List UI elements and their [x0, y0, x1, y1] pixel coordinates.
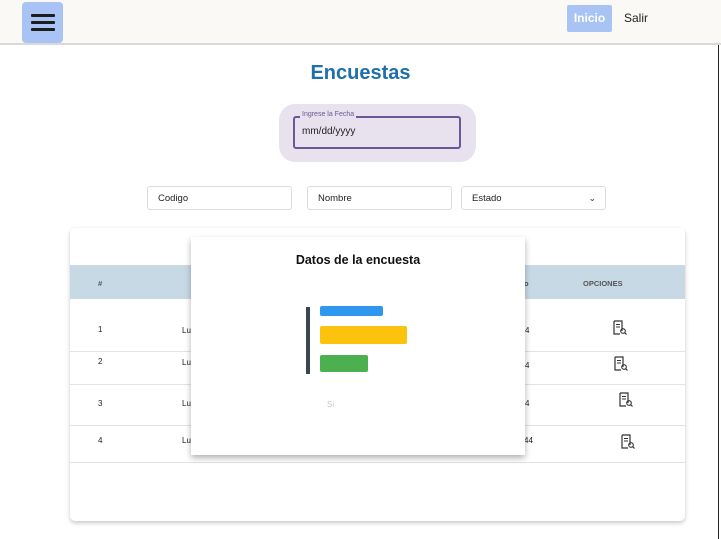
chart-label: Si	[327, 400, 335, 409]
page-title: Encuestas	[310, 62, 411, 84]
document-search-icon[interactable]	[619, 392, 633, 408]
chart-bar	[320, 306, 383, 316]
header-number: #	[98, 279, 103, 288]
row-number: 2	[98, 357, 103, 366]
window-edge	[718, 45, 719, 539]
modal-title: Datos de la encuesta	[295, 253, 421, 267]
hamburger-menu-icon[interactable]	[22, 2, 63, 43]
estado-select[interactable]: Estado ⌄	[461, 186, 606, 210]
nav-inicio-button[interactable]: Inicio	[567, 5, 612, 32]
row-value: 4	[525, 361, 530, 370]
row-name: Lu	[182, 358, 191, 367]
row-value: 4	[525, 399, 530, 408]
survey-data-modal	[191, 237, 525, 455]
chart-bar	[320, 355, 368, 372]
row-number: 3	[98, 399, 103, 408]
row-divider	[70, 462, 685, 463]
row-name: Lu	[182, 399, 191, 408]
chevron-down-icon: ⌄	[588, 193, 596, 203]
top-app-bar: Inicio Salir	[0, 0, 721, 45]
document-search-icon[interactable]	[613, 320, 627, 336]
chart-bar	[320, 326, 407, 344]
nav-salir-link[interactable]: Salir	[624, 11, 648, 25]
estado-select-value: Estado	[472, 193, 502, 204]
document-search-icon[interactable]	[621, 434, 635, 450]
row-number: 1	[98, 325, 103, 334]
row-number: 4	[98, 436, 103, 445]
document-search-icon[interactable]	[614, 356, 628, 372]
date-input-label: Ingrese la Fecha	[300, 111, 357, 118]
codigo-input[interactable]: Codigo	[147, 186, 292, 210]
row-name: Lu	[182, 326, 191, 335]
row-name: Lu	[182, 436, 191, 445]
nombre-input[interactable]: Nombre	[307, 186, 452, 210]
date-input-value: mm/dd/yyyy	[302, 126, 356, 137]
chart-axis	[306, 307, 310, 374]
header-opciones: OPCIONES	[583, 279, 623, 288]
row-value: 44	[524, 436, 533, 445]
row-value: 4	[525, 326, 530, 335]
